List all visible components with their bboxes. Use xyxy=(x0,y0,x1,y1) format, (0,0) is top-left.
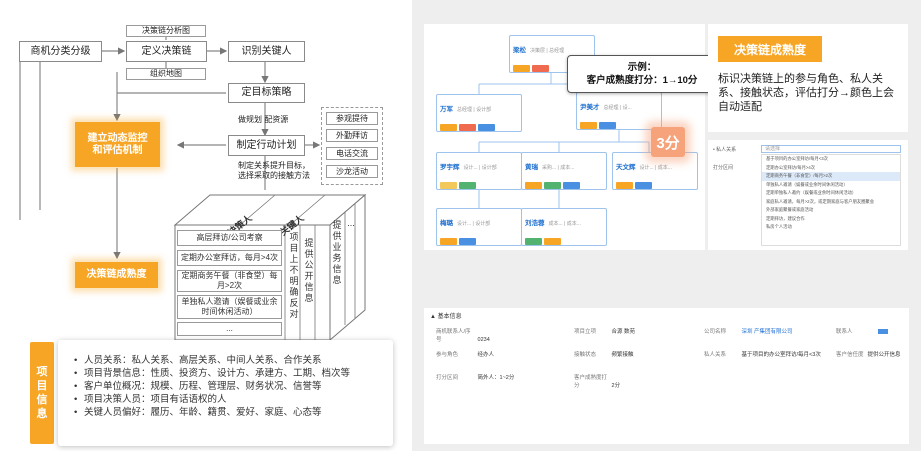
contact-icon xyxy=(877,329,888,335)
tree-node[interactable]: 罗宇辉 设计... | 设计部 xyxy=(436,152,522,190)
project-info-item: 项目决策人员：项目有话语权的人 xyxy=(74,393,393,406)
tree-node[interactable]: 天文辉 设计... | 成本... xyxy=(612,152,698,190)
basic-field: 客户成熟度打分 2分 xyxy=(574,375,621,389)
tree-node[interactable]: 刘浩蓉 成本... | 成本... xyxy=(521,208,607,246)
maturity-description: 标识决策链上的参与角色、私人关系、接触状态，评估打分→颜色上会自动适配 xyxy=(718,73,894,113)
basic-field: 商机联系人/序号 0234 xyxy=(436,329,490,343)
tree-node-role: 总经理 | 设... xyxy=(603,105,632,111)
relationship-cube: 决策人 关键人 高层拜访/公司考察 定期办公室拜访，每月>4次 定期商务午餐（非… xyxy=(165,190,370,340)
basic-field: 私人关系 基于项目的办公室拜访/每月<3次 xyxy=(704,352,821,358)
flow-set-strategy: 定目标策略 xyxy=(228,83,305,103)
tree-node-name: 天文辉 xyxy=(616,164,636,171)
tree-node-role: 总经理 | 设计部 xyxy=(457,107,492,113)
flow-classify: 商机分类分级 xyxy=(19,41,102,62)
contact-method-visit: 参观提待 xyxy=(326,112,378,125)
project-info-panel: 人员关系：私人关系、高层关系、中间人关系、合作关系 项目背景信息：性质、投资方、… xyxy=(58,340,393,446)
dropdown-option[interactable]: 家庭私人邀请，每月>2次，或定期家庭与客户朋友圈聚会 xyxy=(762,198,900,207)
flow-define-chain: 定义决策链 xyxy=(126,41,207,62)
tree-node-name: 梅璐 xyxy=(440,220,453,227)
private-relation-label: • 私人关系 xyxy=(713,147,737,153)
private-relation-select[interactable]: 请选择 xyxy=(761,145,901,153)
flowchart-panel: 商机分类分级 决策链分析图 定义决策链 组织地图 识别关键人 定目标策略 做规划… xyxy=(0,0,412,451)
cube-row-5: ... xyxy=(177,322,282,336)
basic-info-title: ▲ 基本信息 xyxy=(430,314,462,320)
basic-info-card: ▲ 基本信息 商机联系人/序号 0234 项目立项 合源 数苑 公司名称 深圳 … xyxy=(424,308,909,444)
flow-monitor: 建立动态监控 和评估机制 xyxy=(75,122,160,167)
score-callout: 示例： 客户成熟度打分：1→10分 xyxy=(567,55,717,93)
tree-node[interactable]: 万军 总经理 | 设计部 xyxy=(436,94,522,132)
relationship-dropdown-card: • 私人关系 打分区间 请选择 基于项目的办公室拜访/每月<3次 定期办公室拜访… xyxy=(708,140,908,250)
project-info-item: 项目背景信息：性质、投资方、设计方、承建方、工期、档次等 xyxy=(74,367,393,380)
basic-field: 项目立项 合源 数苑 xyxy=(574,329,636,335)
flow-identify-key: 识别关键人 xyxy=(228,41,305,62)
tree-node-role: 成本... | 成本... xyxy=(548,221,581,227)
dropdown-option[interactable]: 单独私人邀请（娱餐或业余时间休闲活动） xyxy=(762,181,900,190)
decision-tree-card: 梁松 决策层 | 总经理 万军 总经理 | 设计部 尹美才 总经理 | 设... 罗宇… xyxy=(424,24,717,250)
cube-col-2: 提供公开信息 xyxy=(304,238,314,303)
tree-node-name: 尹美才 xyxy=(580,104,600,111)
basic-field: 客户信任度 提供公开信息 xyxy=(836,352,901,358)
dropdown-option[interactable]: 外部家庭聚餐或家庭活动 xyxy=(762,206,900,215)
dropdown-option[interactable]: 定期拜访，建议合作 xyxy=(762,215,900,224)
contact-method-salon: 沙龙活动 xyxy=(326,165,378,178)
flow-org-map: 组织地图 xyxy=(126,68,206,80)
flow-chain-chart: 决策链分析图 xyxy=(126,25,206,37)
tree-node-role: 设计... | 成本... xyxy=(639,165,672,171)
basic-field: 公司名称 深圳 产集团有限公司 xyxy=(704,329,793,335)
tree-node-role: 决策层 | 总经理 xyxy=(530,48,565,54)
contact-method-field: 外勤拜访 xyxy=(326,129,378,142)
tree-node[interactable]: 黄瑞 采购... | 成本... xyxy=(521,152,607,190)
maturity-title-card: 决策链成熟度 标识决策链上的参与角色、私人关系、接触状态，评估打分→颜色上会自动… xyxy=(708,24,908,132)
flow-contact-note: 制定关系提升目标， 选择采取的接触方法 xyxy=(238,161,310,180)
basic-field: 参与角色 经办人 xyxy=(436,352,495,358)
score-range-label: 打分区间 xyxy=(713,165,734,171)
contact-method-phone: 电话交流 xyxy=(326,147,378,160)
tree-node[interactable]: 梅璐 设计... | 设计部 xyxy=(436,208,522,246)
project-info-tab: 项目信息 xyxy=(30,342,54,444)
dropdown-option[interactable]: 定期单独私人邀约（娱餐或业余时间休闲活动） xyxy=(762,189,900,198)
basic-field: 打分区间 简外人：1~2分 xyxy=(436,375,515,381)
tree-node-role: 采购... | 成本... xyxy=(542,165,575,171)
screenshots-panel: 梁松 决策层 | 总经理 万军 总经理 | 设计部 尹美才 总经理 | 设... 罗宇… xyxy=(412,0,921,451)
dropdown-option[interactable]: 基于项目的办公室拜访/每月<3次 xyxy=(762,155,900,164)
project-info-item: 关键人员偏好：履历、年龄、籍贯、爱好、家庭、心态等 xyxy=(74,406,393,419)
tree-node-name: 梁松 xyxy=(513,47,526,54)
dropdown-option[interactable]: 定期办公室拜访/每月>4次 xyxy=(762,164,900,173)
flow-maturity: 决策链成熟度 xyxy=(75,262,158,288)
tree-node-name: 罗宇辉 xyxy=(440,164,460,171)
cube-row-4: 单独私人邀请（娱餐或业余时间休闲活动） xyxy=(177,295,282,319)
tree-node-role: 设计... | 设计部 xyxy=(457,221,491,227)
tree-node-name: 刘浩蓉 xyxy=(525,220,545,227)
cube-col-4: ... xyxy=(347,218,355,228)
cube-row-3: 定期商务午餐（非食堂）每月>2次 xyxy=(177,270,282,292)
basic-field: 联系人 xyxy=(836,328,906,336)
maturity-title: 决策链成熟度 xyxy=(718,36,822,62)
private-relation-options: 基于项目的办公室拜访/每月<3次 定期办公室拜访/每月>4次 定期商务午餐（非食… xyxy=(761,154,901,246)
flow-plan-resource: 做规划 配资源 xyxy=(238,115,289,124)
tree-node[interactable]: 尹美才 总经理 | 设... xyxy=(576,92,662,130)
cube-col-1: 项目上不明确反对 xyxy=(289,232,299,319)
dropdown-option[interactable]: 私房个人活动 xyxy=(762,223,900,232)
tree-node-name: 黄瑞 xyxy=(525,164,538,171)
tree-node-role: 设计... | 设计部 xyxy=(463,165,497,171)
cube-row-1: 高层拜访/公司考察 xyxy=(177,230,282,246)
flow-action-plan: 制定行动计划 xyxy=(228,135,305,156)
score-badge: 3分 xyxy=(651,127,685,157)
basic-field: 接触状态 频繁接触 xyxy=(574,352,634,358)
cube-row-2: 定期办公室拜访，每月>4次 xyxy=(177,250,282,266)
tree-node-name: 万军 xyxy=(440,106,453,113)
project-info-item: 客户单位概况：规模、历程、管理层、财务状况、信誉等 xyxy=(74,380,393,393)
project-info-item: 人员关系：私人关系、高层关系、中间人关系、合作关系 xyxy=(74,354,393,367)
dropdown-option[interactable]: 定期商务午餐（非食堂）/每月>2次 xyxy=(762,172,900,181)
cube-col-3: 提供业务信息 xyxy=(332,220,342,285)
